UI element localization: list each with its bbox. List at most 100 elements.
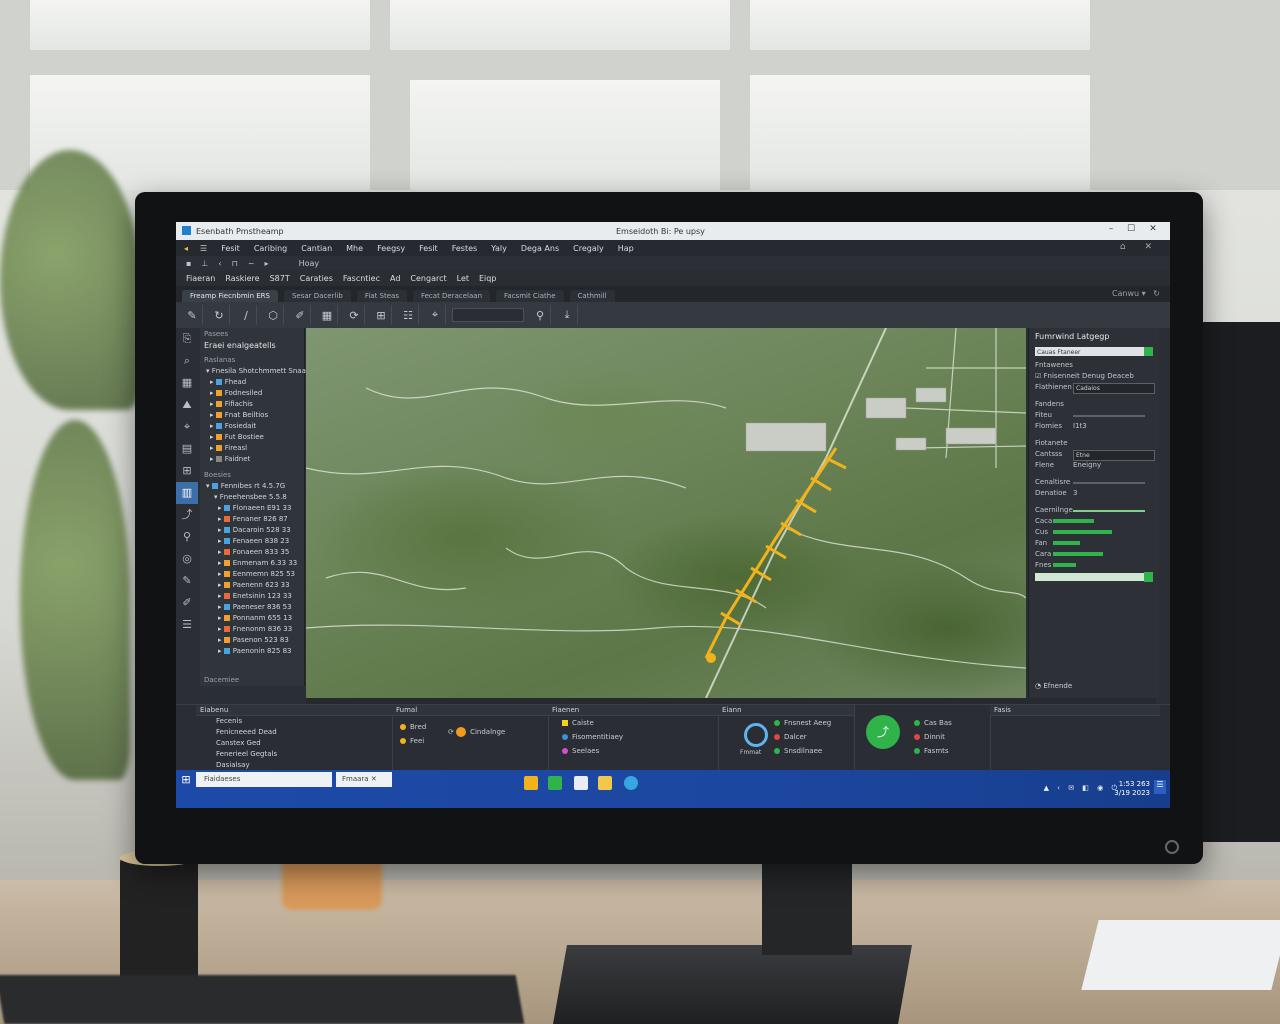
- list-item[interactable]: Fecenis: [216, 716, 392, 727]
- layer-item[interactable]: ▸ Fosiedait: [200, 421, 304, 432]
- taskbar-search[interactable]: Fiaidaeses: [196, 772, 332, 787]
- list-item[interactable]: Seelaes: [562, 747, 599, 755]
- tab[interactable]: Fiat Steas: [356, 290, 407, 302]
- pan-tool-icon[interactable]: ↻: [209, 305, 230, 325]
- report-icon[interactable]: ☰: [176, 614, 198, 636]
- list-item[interactable]: Feei: [400, 737, 424, 745]
- property-dropdown[interactable]: Cadaios: [1073, 383, 1155, 394]
- tab[interactable]: Fecat Deracelaan: [412, 290, 491, 302]
- pin-icon[interactable]: ⌖: [176, 416, 198, 438]
- taskbar-app-button[interactable]: Fmaara ✕: [336, 772, 392, 787]
- breadcrumb-item[interactable]: Fascntiec: [343, 274, 380, 283]
- menu-item[interactable]: Mhe: [346, 244, 363, 253]
- highlighted-route[interactable]: [704, 447, 847, 659]
- arrow-icon[interactable]: ▸: [265, 259, 269, 268]
- search-go-button[interactable]: [1144, 347, 1153, 356]
- breadcrumb-item[interactable]: Fiaeran: [186, 274, 215, 283]
- files-icon[interactable]: [524, 776, 538, 790]
- layer-item[interactable]: ▸ Fhead: [200, 377, 304, 388]
- store-icon[interactable]: [548, 776, 562, 790]
- layer-item[interactable]: ▸ Paenonin 825 83: [200, 646, 304, 657]
- rotate-tool-icon[interactable]: ⟳: [344, 305, 365, 325]
- globe-icon[interactable]: ◎: [176, 548, 198, 570]
- breadcrumb-item[interactable]: S87T: [270, 274, 290, 283]
- edit-tool-icon[interactable]: ✐: [290, 305, 311, 325]
- close-icon[interactable]: ✕: [1146, 224, 1160, 238]
- list-item[interactable]: Dinnit: [914, 733, 945, 741]
- layer-item[interactable]: ▸ Fnat Beiltios: [200, 410, 304, 421]
- layer-group[interactable]: ▾ Fnesila Shotchmmett Snaate: [200, 366, 313, 377]
- property-checkbox[interactable]: ☑ Fnisenneit Denug Deaceb: [1029, 371, 1159, 382]
- list-item[interactable]: Bred: [400, 723, 426, 731]
- chart-status-icon[interactable]: ⤴: [866, 715, 900, 749]
- breadcrumb-item[interactable]: Caraties: [300, 274, 333, 283]
- properties-search[interactable]: Cauas Ftaneer: [1035, 347, 1153, 356]
- back-icon[interactable]: ◂: [184, 244, 188, 253]
- select-tool-icon[interactable]: ✎: [182, 305, 203, 325]
- ribbon-dropdown[interactable]: [452, 308, 524, 322]
- property-slider[interactable]: [1073, 510, 1145, 512]
- quick-toolbar-label[interactable]: Hoay: [299, 259, 320, 268]
- analysis-tool-icon[interactable]: ⚲: [530, 305, 551, 325]
- clock[interactable]: 1:53 263 3/19 2023: [1114, 780, 1150, 798]
- list-item[interactable]: Fisomentitiaey: [562, 733, 623, 741]
- refresh-icon[interactable]: ↻: [1153, 289, 1160, 298]
- property-slider[interactable]: [1073, 415, 1145, 417]
- layer-item[interactable]: ▸ Paenenn 623 33: [200, 580, 304, 591]
- layer-item[interactable]: ▸ Faidnet: [200, 454, 304, 465]
- menu-item[interactable]: Cregaly: [573, 244, 604, 253]
- apply-bar[interactable]: [1035, 572, 1153, 582]
- grid-tool-icon[interactable]: ▦: [317, 305, 338, 325]
- layer-group[interactable]: ▾ Fennibes rt 4.5.7G: [200, 481, 304, 492]
- layer-item[interactable]: ▸ Eenmemn 825 53: [200, 569, 304, 580]
- map-icon[interactable]: ▥: [176, 482, 198, 504]
- folder-icon[interactable]: [598, 776, 612, 790]
- tab[interactable]: Facsmit Ciathe: [496, 290, 564, 302]
- lock-icon[interactable]: ⊓: [232, 259, 238, 268]
- layer-item[interactable]: ▸ Fonaeen 833 35: [200, 547, 304, 558]
- layer-item[interactable]: ▸ Fnenonm 836 33: [200, 624, 304, 635]
- list-item[interactable]: Fasmts: [914, 747, 949, 755]
- breadcrumb-item[interactable]: Ad: [390, 274, 400, 283]
- notification-icon[interactable]: ☰: [1154, 780, 1166, 794]
- save-icon[interactable]: ▪: [186, 259, 191, 268]
- layer-item[interactable]: ▸ Fenaner 826 87: [200, 514, 304, 525]
- menu-item[interactable]: Festes: [452, 244, 477, 253]
- mail-icon[interactable]: [574, 776, 588, 790]
- pin-icon[interactable]: ⊥: [201, 259, 208, 268]
- workspace-selector[interactable]: Canwu ▾ ↻: [1112, 289, 1160, 298]
- wave-icon[interactable]: ~: [248, 259, 255, 268]
- menu-window-icons[interactable]: ⌂ ✕: [1120, 242, 1160, 252]
- breadcrumb-item[interactable]: Let: [457, 274, 469, 283]
- progress-ring[interactable]: [744, 723, 768, 747]
- list-item[interactable]: Caiste: [562, 719, 594, 727]
- list-item[interactable]: Dalcer: [774, 733, 807, 741]
- minimize-icon[interactable]: –: [1104, 224, 1118, 238]
- search-icon[interactable]: ⌕: [176, 350, 198, 372]
- menu-item[interactable]: Yaly: [491, 244, 507, 253]
- layer-item[interactable]: ▸ Fodnesiled: [200, 388, 304, 399]
- layer-item[interactable]: ▸ Ponnanm 655 13: [200, 613, 304, 624]
- menu-grid-icon[interactable]: ☰: [200, 244, 207, 253]
- list-item[interactable]: Fnsnest Aeeg: [774, 719, 831, 727]
- list-item[interactable]: ⟳ Cindalnge: [448, 727, 505, 737]
- start-icon[interactable]: ⊞: [176, 770, 196, 790]
- draw-line-icon[interactable]: ∕: [236, 305, 257, 325]
- measure-tool-icon[interactable]: ⊞: [371, 305, 392, 325]
- menu-item[interactable]: Dega Ans: [521, 244, 559, 253]
- breadcrumb-item[interactable]: Cengarct: [410, 274, 446, 283]
- tab[interactable]: Sesar Dacerlib: [283, 290, 351, 302]
- list-item[interactable]: Canstex Ged: [216, 738, 392, 749]
- path-icon[interactable]: ⚲: [176, 526, 198, 548]
- apply-button[interactable]: [1144, 572, 1153, 582]
- tab[interactable]: Freamp Fiecnbmin ERS: [182, 290, 278, 302]
- grid-icon[interactable]: ⊞: [176, 460, 198, 482]
- polygon-tool-icon[interactable]: ⬡: [263, 305, 284, 325]
- tab[interactable]: Cathmill: [569, 290, 615, 302]
- map-viewport[interactable]: [306, 328, 1026, 698]
- layer-item[interactable]: ▸ Fenaeen 838 23: [200, 536, 304, 547]
- menu-item[interactable]: Fesit: [221, 244, 240, 253]
- layer-item[interactable]: ▸ Fifiachis: [200, 399, 304, 410]
- route-endpoint[interactable]: [706, 653, 716, 663]
- undo-icon[interactable]: ‹: [218, 259, 221, 268]
